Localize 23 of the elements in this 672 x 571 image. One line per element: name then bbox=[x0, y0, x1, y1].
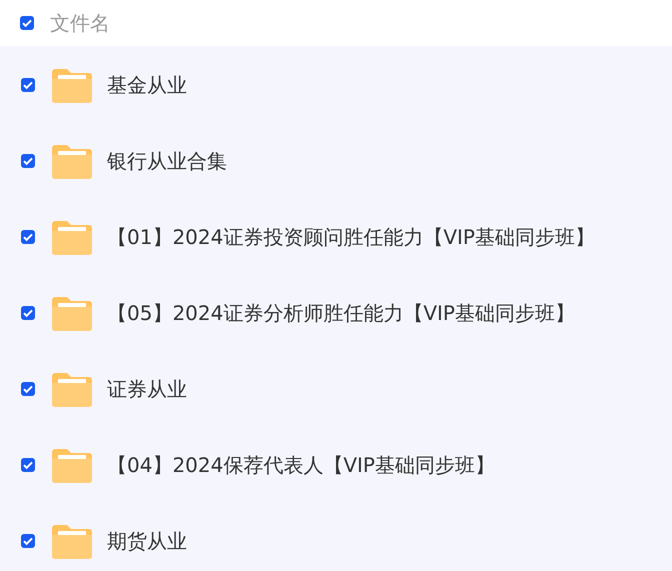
file-name[interactable]: 基金从业 bbox=[107, 72, 187, 98]
folder-icon bbox=[52, 447, 92, 483]
checkbox[interactable] bbox=[21, 458, 35, 472]
file-name[interactable]: 【01】2024证券投资顾问胜任能力【VIP基础同步班】 bbox=[107, 224, 595, 250]
file-name[interactable]: 【05】2024证券分析师胜任能力【VIP基础同步班】 bbox=[107, 300, 575, 326]
file-name[interactable]: 银行从业合集 bbox=[107, 148, 227, 174]
checkbox[interactable] bbox=[21, 382, 35, 396]
file-name[interactable]: 证券从业 bbox=[107, 376, 187, 402]
folder-icon bbox=[52, 371, 92, 407]
folder-icon bbox=[52, 67, 92, 103]
checkbox[interactable] bbox=[21, 306, 35, 320]
checkbox[interactable] bbox=[21, 534, 35, 548]
folder-icon bbox=[52, 143, 92, 179]
file-name[interactable]: 期货从业 bbox=[107, 528, 187, 554]
folder-icon bbox=[52, 219, 92, 255]
folder-icon bbox=[52, 295, 92, 331]
column-header: 文件名 bbox=[50, 10, 110, 36]
file-name[interactable]: 【04】2024保荐代表人【VIP基础同步班】 bbox=[107, 452, 495, 478]
checkbox[interactable] bbox=[21, 230, 35, 244]
checkbox[interactable] bbox=[20, 16, 34, 30]
checkbox[interactable] bbox=[21, 154, 35, 168]
checkbox[interactable] bbox=[21, 78, 35, 92]
folder-icon bbox=[52, 523, 92, 559]
